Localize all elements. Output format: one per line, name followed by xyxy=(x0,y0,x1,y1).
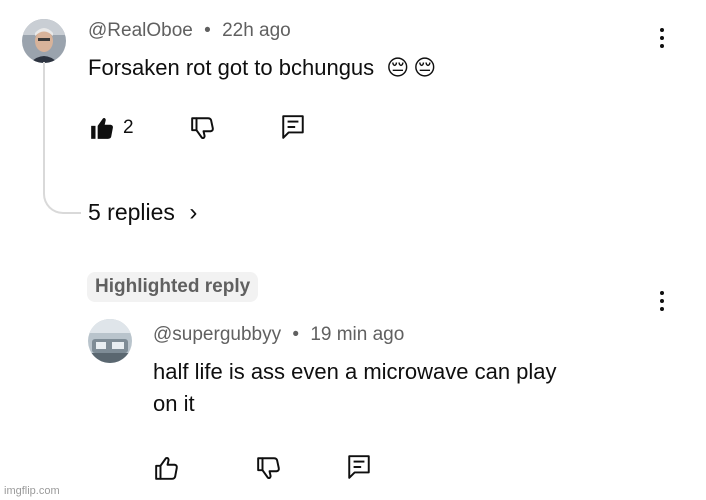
comment-meta: @RealOboe • 22h ago xyxy=(88,20,291,42)
reply-dislike-button[interactable] xyxy=(255,454,283,482)
reply-handle[interactable]: @supergubbyy xyxy=(153,324,281,345)
imgflip-watermark: imgflip.com xyxy=(4,485,60,497)
reply-time[interactable]: 19 min ago xyxy=(310,324,404,345)
reply-avatar[interactable] xyxy=(88,319,132,363)
meta-separator: • xyxy=(204,20,211,41)
highlighted-reply-badge: Highlighted reply xyxy=(87,272,259,302)
comment-body: Forsaken rot got to bchungus xyxy=(88,55,375,80)
comment-handle[interactable]: @RealOboe xyxy=(88,20,193,41)
more-vertical-icon[interactable] xyxy=(657,28,667,48)
thumbs-down-icon xyxy=(257,457,280,480)
reply-text-line-2: on it xyxy=(153,391,195,416)
reply-meta-separator: • xyxy=(292,324,300,345)
reply-text: half life is ass even a microwave can pl… xyxy=(153,356,673,420)
dislike-button[interactable] xyxy=(189,114,217,142)
reply-meta: @supergubbyy • 19 min ago xyxy=(153,324,404,346)
comment-reply-icon xyxy=(348,455,370,479)
emoji-pensive-1: 😔 xyxy=(386,55,410,80)
comment-reply-icon xyxy=(282,115,304,139)
thumbs-down-icon xyxy=(191,117,214,140)
thread-line xyxy=(43,62,81,214)
reply-like-button[interactable] xyxy=(153,454,181,482)
thumbs-up-filled-icon xyxy=(91,117,113,139)
chevron-right-icon: › xyxy=(189,199,198,226)
reply-text-line-1: half life is ass even a microwave can pl… xyxy=(153,359,557,384)
emoji-pensive-2: 😔 xyxy=(413,55,437,80)
reply-button[interactable] xyxy=(279,113,307,141)
comment-text: Forsaken rot got to bchungus 😔 😔 xyxy=(88,52,436,84)
replies-toggle[interactable]: 5 replies › xyxy=(88,199,197,227)
replies-label: 5 replies xyxy=(88,199,175,225)
reply-more-vertical-icon[interactable] xyxy=(657,291,667,311)
comment-time[interactable]: 22h ago xyxy=(222,20,291,41)
like-button[interactable] xyxy=(88,114,116,142)
thumbs-up-icon xyxy=(155,456,178,480)
reply-reply-button[interactable] xyxy=(345,453,373,481)
commenter-avatar[interactable] xyxy=(22,19,66,63)
like-count: 2 xyxy=(123,117,134,138)
